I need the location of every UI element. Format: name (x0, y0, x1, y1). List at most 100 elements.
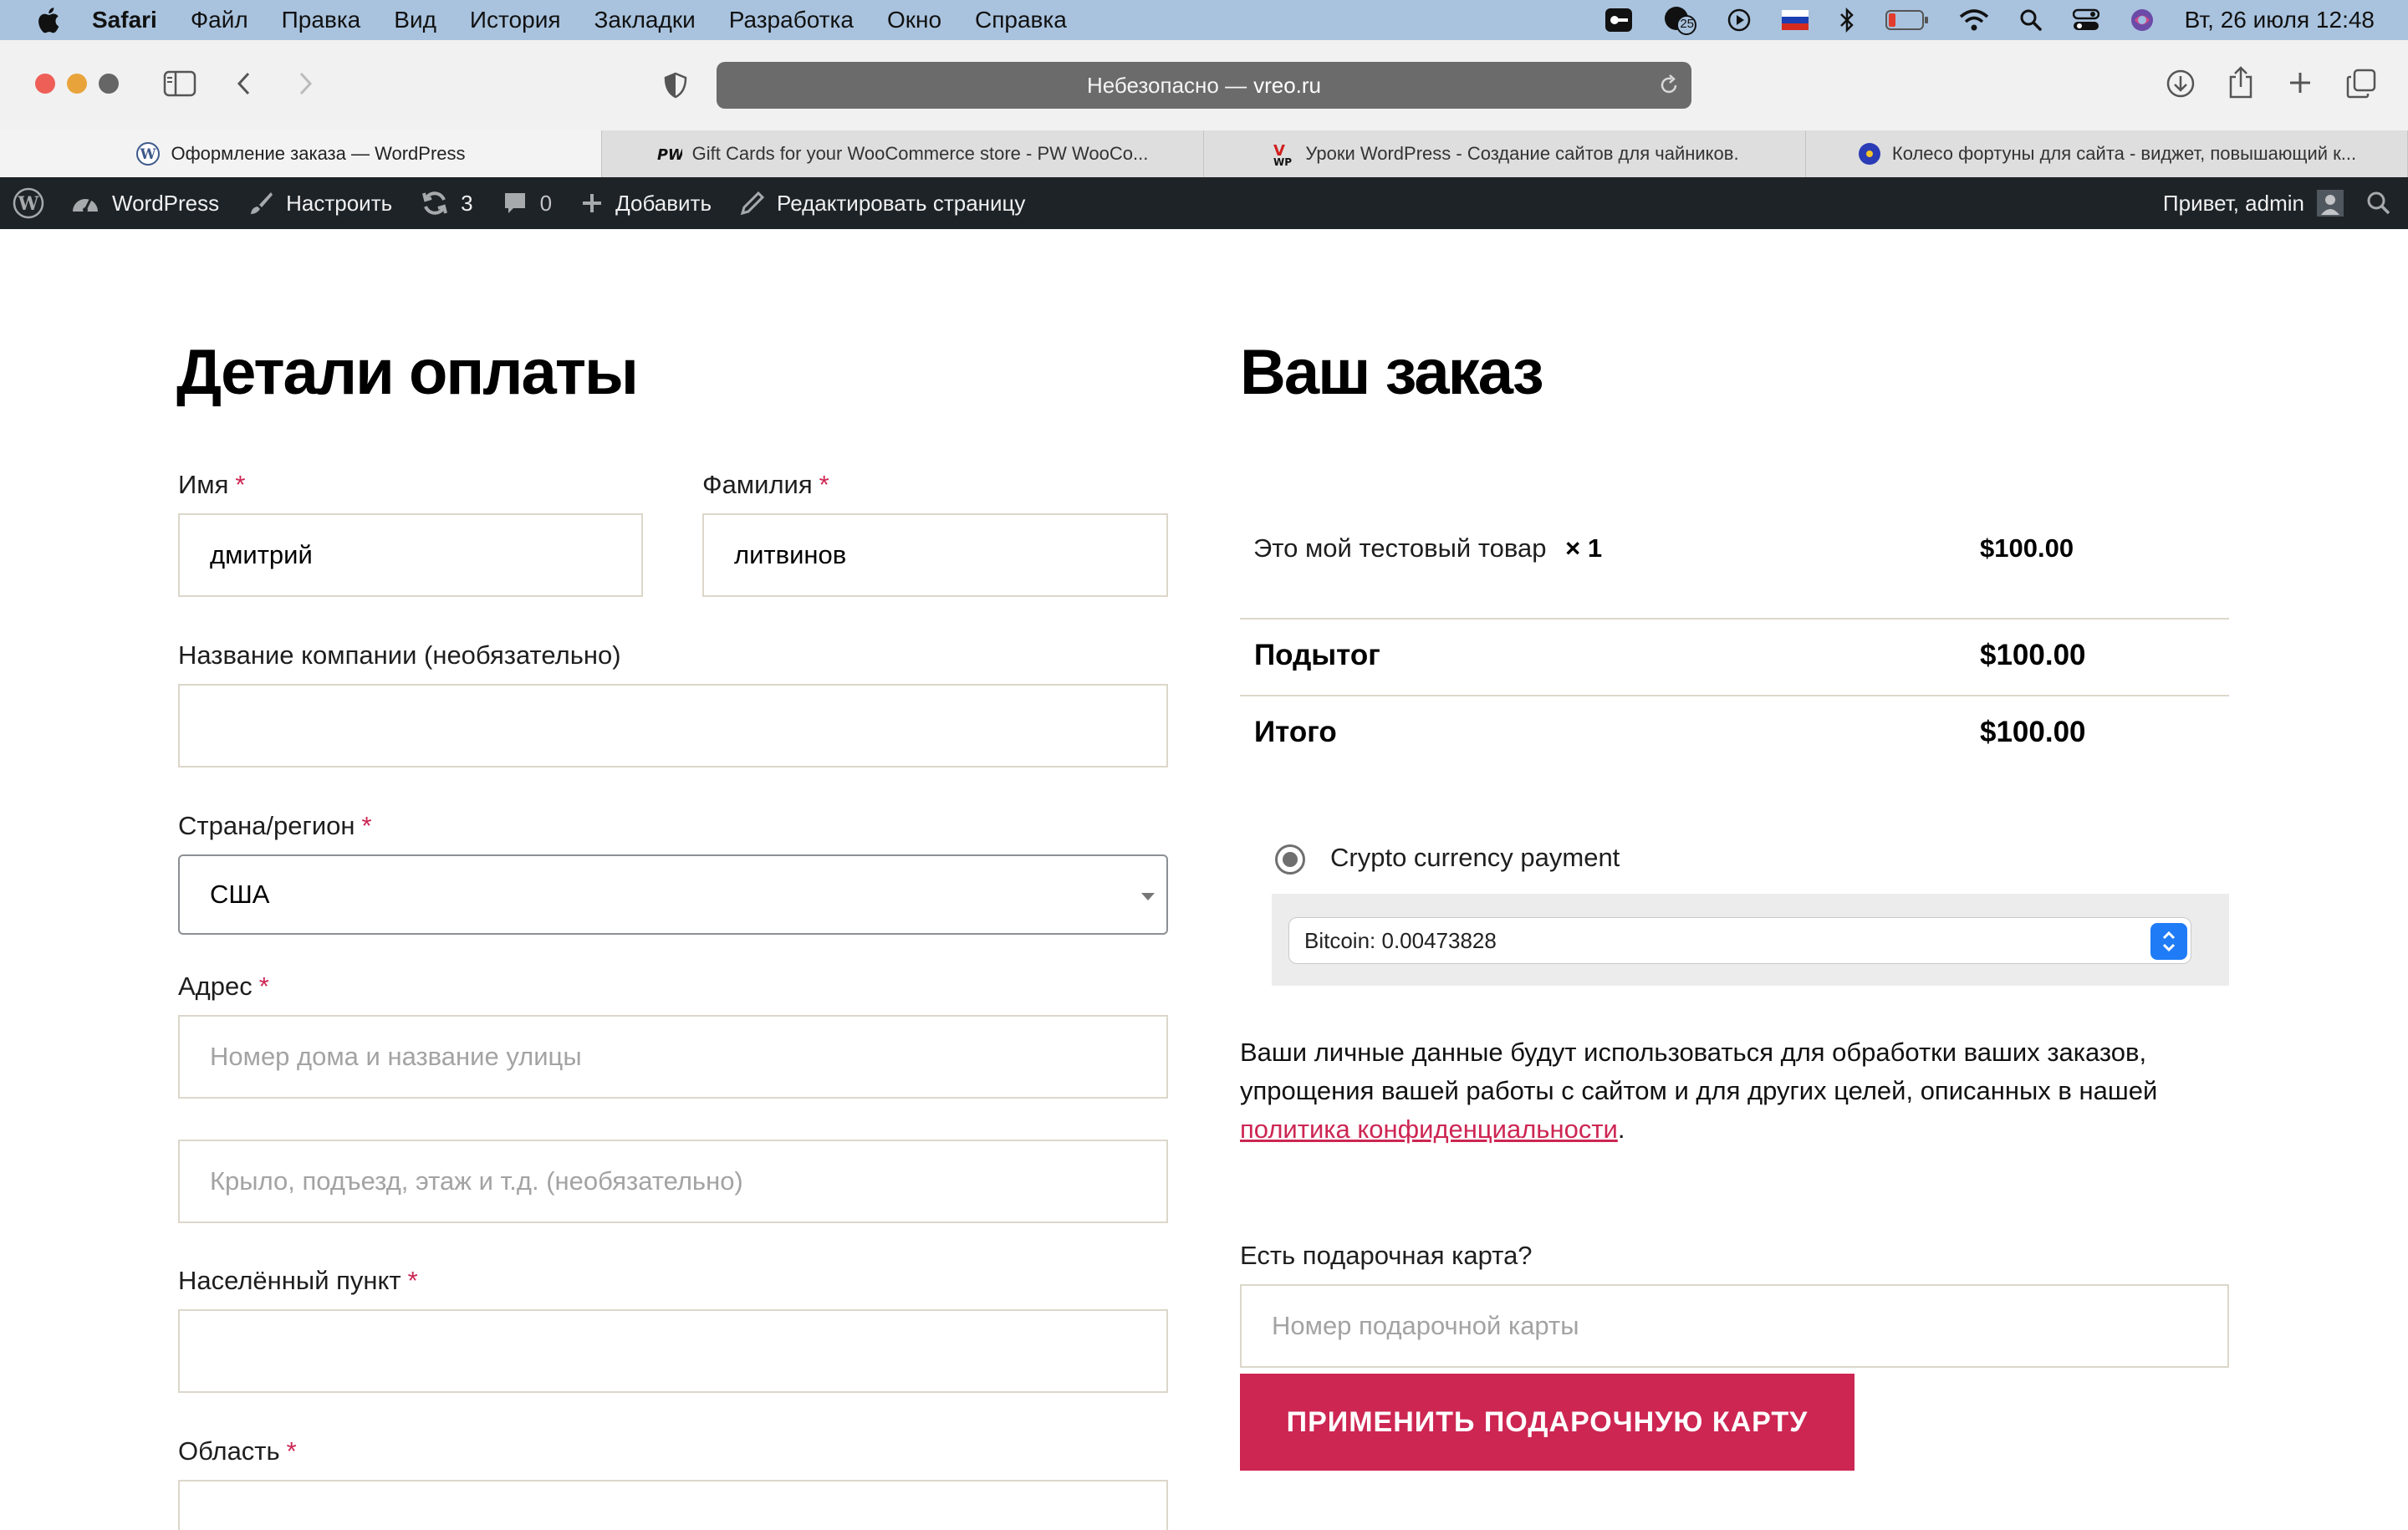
adminbar-edit-page[interactable]: Редактировать страницу (740, 191, 1025, 217)
siri-icon[interactable] (2130, 8, 2155, 33)
adminbar-site-link[interactable]: WordPress (70, 190, 219, 217)
last-name-label: Фамилия * (702, 470, 829, 499)
address-line1-placeholder: Номер дома и название улицы (210, 1042, 582, 1071)
globe-icon (1857, 141, 1882, 166)
adminbar-customize[interactable]: Настроить (247, 190, 392, 217)
menu-window[interactable]: Окно (887, 7, 941, 33)
pencil-icon (740, 191, 765, 216)
address-line1-field[interactable]: Номер дома и название улицы (178, 1015, 1168, 1099)
password-icon[interactable] (1604, 8, 1633, 33)
play-icon[interactable] (1727, 8, 1752, 33)
reload-icon[interactable] (1658, 74, 1680, 103)
address-bar[interactable]: Небезопасно — vreo.ru (717, 62, 1691, 109)
last-name-field[interactable]: литвинов (702, 513, 1168, 597)
menu-safari[interactable]: Safari (92, 7, 157, 33)
adminbar-updates[interactable]: 3 (421, 189, 473, 217)
country-select[interactable]: США (178, 854, 1168, 935)
tab-title: Уроки WordPress - Создание сайтов для ча… (1305, 143, 1739, 164)
gift-card-field[interactable]: Номер подарочной карты (1240, 1284, 2229, 1368)
adminbar-search-icon[interactable] (2366, 191, 2391, 216)
sidebar-toggle-icon[interactable] (163, 70, 196, 97)
wp-logo-icon[interactable]: W (12, 186, 45, 220)
privacy-policy-link[interactable]: политика конфиденциальности (1240, 1114, 1618, 1144)
first-name-label: Имя * (178, 470, 246, 499)
comment-icon (504, 193, 525, 213)
menubar-status-area: 25 Вт, 26 июля 12:48 (1574, 0, 2375, 40)
crypto-currency-select[interactable]: Bitcoin: 0.00473828 (1288, 917, 2191, 964)
order-divider (1240, 695, 2229, 696)
adminbar-add-new[interactable]: Добавить (580, 191, 712, 217)
svg-text:WP: WP (1273, 156, 1292, 166)
order-product-price: $100.00 (1980, 533, 2074, 563)
menu-develop[interactable]: Разработка (729, 7, 854, 33)
dashboard-icon (73, 199, 98, 212)
menu-view[interactable]: Вид (394, 7, 436, 33)
adminbar-customize-label: Настроить (286, 190, 393, 216)
tab-title: Gift Cards for your WooCommerce store - … (691, 143, 1149, 164)
menu-edit[interactable]: Правка (282, 7, 361, 33)
menu-history[interactable]: История (470, 7, 561, 33)
new-tab-icon[interactable] (2288, 70, 2313, 95)
billing-title: Детали оплаты (176, 337, 639, 408)
required-mark: * (286, 1436, 297, 1466)
total-value: $100.00 (1980, 716, 2086, 748)
tab-overview-icon[interactable] (2346, 69, 2376, 99)
tab-fortune-wheel[interactable]: Колесо фортуны для сайта - виджет, повыш… (1806, 130, 2408, 177)
region-label: Область * (178, 1436, 297, 1466)
menubar-clock[interactable]: Вт, 26 июля 12:48 (2185, 7, 2375, 33)
tab-gift-cards[interactable]: PW Gift Cards for your WooCommerce store… (602, 130, 1204, 177)
share-icon[interactable] (2227, 65, 2254, 100)
order-product-name: Это мой тестовый товар × 1 (1253, 533, 1603, 563)
order-product-qty: × 1 (1565, 533, 1603, 563)
first-name-field[interactable]: дмитрий (178, 513, 643, 597)
tab-title: Колесо фортуны для сайта - виджет, повыш… (1891, 143, 2357, 164)
apple-icon[interactable] (35, 6, 60, 34)
crypto-payment-radio[interactable] (1275, 844, 1305, 875)
city-label: Населённый пункт * (178, 1266, 418, 1295)
russian-flag-icon[interactable] (1781, 10, 1809, 30)
bluetooth-icon[interactable] (1839, 8, 1855, 33)
adminbar-updates-count: 3 (461, 190, 473, 216)
spotlight-search-icon[interactable] (2019, 8, 2043, 32)
country-value: США (210, 880, 270, 909)
menu-help[interactable]: Справка (975, 7, 1067, 33)
order-title: Ваш заказ (1240, 337, 1544, 408)
required-mark: * (819, 470, 829, 499)
macos-menubar: Safari Файл Правка Вид История Закладки … (0, 0, 2408, 40)
tab-wordpress-lessons[interactable]: V WP Уроки WordPress - Создание сайтов дл… (1204, 130, 1806, 177)
apply-gift-card-button[interactable]: ПРИМЕНИТЬ ПОДАРОЧНУЮ КАРТУ (1240, 1374, 1854, 1471)
close-window-button[interactable] (35, 74, 55, 94)
adminbar-comments-count: 0 (539, 190, 553, 216)
vwp-icon: V WP (1270, 141, 1295, 166)
crypto-payment-label[interactable]: Crypto currency payment (1330, 843, 1620, 873)
menu-bookmarks[interactable]: Закладки (594, 7, 696, 33)
tab-checkout[interactable]: W Оформление заказа — WordPress (0, 130, 602, 177)
menu-file[interactable]: Файл (191, 7, 248, 33)
privacy-text: Ваши личные данные будут использоваться … (1240, 1038, 2158, 1105)
adminbar-my-account[interactable]: Привет, admin (2163, 189, 2344, 217)
first-name-value: дмитрий (210, 540, 313, 569)
zoom-window-button[interactable] (99, 74, 119, 94)
downloads-icon[interactable] (2166, 69, 2196, 99)
wifi-icon[interactable] (1959, 8, 1989, 32)
adminbar-comments[interactable]: 0 (502, 190, 552, 217)
region-field[interactable] (178, 1480, 1168, 1530)
address-line2-field[interactable]: Крыло, подъезд, этаж и т.д. (необязатель… (178, 1140, 1168, 1223)
privacy-shield-icon[interactable] (663, 72, 688, 99)
pw-icon: PW (657, 141, 682, 166)
forward-icon[interactable] (295, 70, 315, 97)
minimize-window-button[interactable] (67, 74, 87, 94)
select-stepper-icon (2150, 923, 2187, 960)
company-field[interactable] (178, 684, 1168, 768)
back-icon[interactable] (234, 70, 254, 97)
notification-badge-icon[interactable]: 25 (1663, 5, 1696, 35)
required-mark: * (258, 972, 269, 1001)
address-line2-placeholder: Крыло, подъезд, этаж и т.д. (необязатель… (210, 1166, 743, 1196)
city-field[interactable] (178, 1309, 1168, 1393)
tab-bar: W Оформление заказа — WordPress PW Gift … (0, 130, 2408, 177)
adminbar-add-new-label: Добавить (615, 190, 712, 216)
control-center-icon[interactable] (2072, 8, 2099, 32)
battery-icon[interactable] (1885, 9, 1929, 31)
plus-icon (583, 194, 602, 212)
safari-toolbar: Небезопасно — vreo.ru (0, 40, 2408, 131)
